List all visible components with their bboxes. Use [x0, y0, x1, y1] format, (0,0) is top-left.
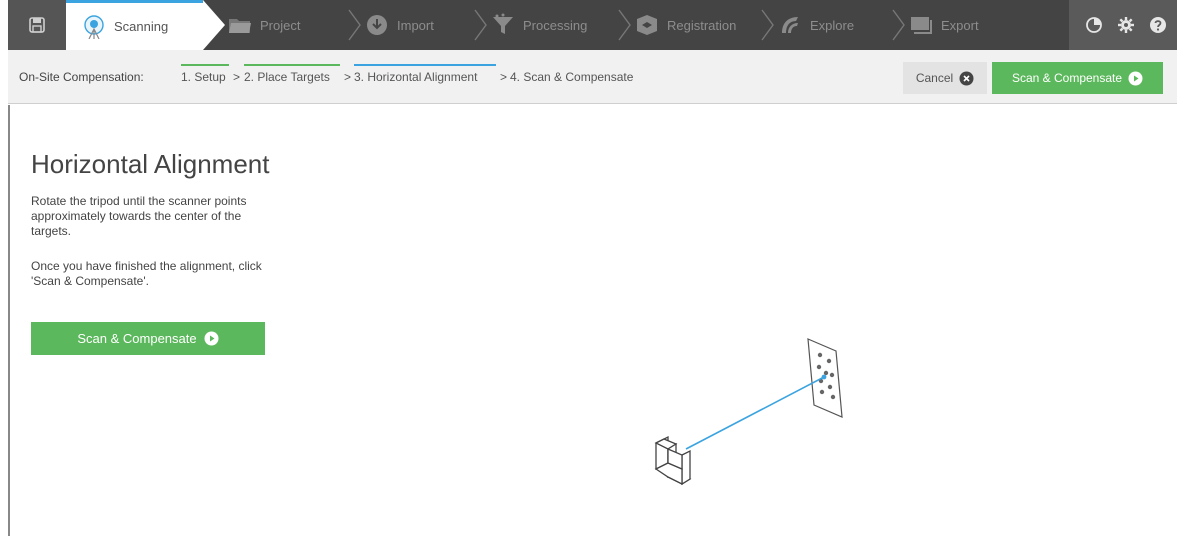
help-icon[interactable] [1149, 16, 1167, 34]
tab-label: Project [260, 17, 301, 33]
tab-project[interactable]: Project [228, 0, 338, 50]
main-content: Horizontal Alignment Rotate the tripod u… [8, 105, 1177, 536]
scanner-device-icon [654, 435, 692, 486]
save-icon [29, 17, 45, 33]
alignment-illustration [654, 338, 843, 486]
top-navigation-bar: Scanning Project Import Processing Regis… [8, 0, 1177, 50]
step-progress-current [354, 64, 496, 66]
scan-compensate-label: Scan & Compensate [77, 331, 197, 346]
wizard-title: On-Site Compensation: [19, 70, 144, 84]
tab-arrow [203, 0, 225, 50]
step-progress-done [181, 64, 229, 66]
tab-scanning[interactable]: Scanning [66, 0, 225, 50]
gear-icon[interactable] [1117, 16, 1135, 34]
play-circle-icon [1128, 71, 1143, 85]
registration-icon [635, 13, 659, 37]
cancel-label: Cancel [915, 71, 954, 85]
step-place-targets[interactable]: 2. Place Targets [244, 70, 330, 84]
step-scan-compensate: 4. Scan & Compensate [510, 70, 634, 84]
processing-icon [491, 13, 515, 37]
toolbar-right [1069, 0, 1177, 50]
pie-chart-icon[interactable] [1085, 16, 1103, 34]
step-progress-done [244, 64, 340, 66]
page-title: Horizontal Alignment [31, 149, 270, 179]
tab-label: Explore [810, 17, 855, 33]
tab-label: Processing [523, 17, 588, 33]
cancel-button[interactable]: Cancel [903, 62, 987, 94]
scan-compensate-label: Scan & Compensate [1011, 71, 1123, 85]
scanner-icon [82, 14, 106, 39]
tab-label: Import [397, 17, 434, 33]
instruction-finish: Once you have finished the alignment, cl… [31, 259, 262, 288]
tab-label: Export [941, 17, 979, 33]
folder-icon [228, 13, 252, 37]
instruction-rotate: Rotate the tripod until the scanner poin… [31, 194, 247, 238]
step-horizontal-alignment: 3. Horizontal Alignment [354, 70, 478, 84]
chevron-right-icon [892, 9, 905, 41]
tab-import[interactable]: Import [365, 0, 475, 50]
wizard-bar: On-Site Compensation: 1. Setup > 2. Plac… [8, 50, 1177, 104]
chevron-right-icon [618, 9, 631, 41]
scan-compensate-main-button[interactable]: Scan & Compensate [31, 322, 265, 355]
step-setup[interactable]: 1. Setup [181, 70, 226, 84]
tab-processing[interactable]: Processing [491, 0, 621, 50]
import-icon [365, 13, 389, 37]
save-button[interactable] [8, 0, 66, 50]
chevron-right-icon [761, 9, 774, 41]
chevron-right-icon [474, 9, 487, 41]
tab-explore[interactable]: Explore [778, 0, 888, 50]
step-separator: > [233, 70, 241, 84]
tab-label: Scanning [114, 19, 169, 34]
laser-target-point [821, 374, 827, 380]
step-separator: > [344, 70, 352, 84]
tab-registration[interactable]: Registration [635, 0, 763, 50]
chevron-right-icon [348, 9, 361, 41]
close-circle-icon [959, 71, 974, 85]
scan-compensate-button[interactable]: Scan & Compensate [992, 62, 1163, 94]
laser-beam [685, 376, 825, 450]
tab-label: Registration [667, 17, 737, 33]
explore-icon [778, 13, 802, 37]
play-circle-icon [204, 331, 219, 346]
export-icon [909, 13, 933, 37]
step-separator: > [500, 70, 508, 84]
tab-export[interactable]: Export [909, 0, 1009, 50]
